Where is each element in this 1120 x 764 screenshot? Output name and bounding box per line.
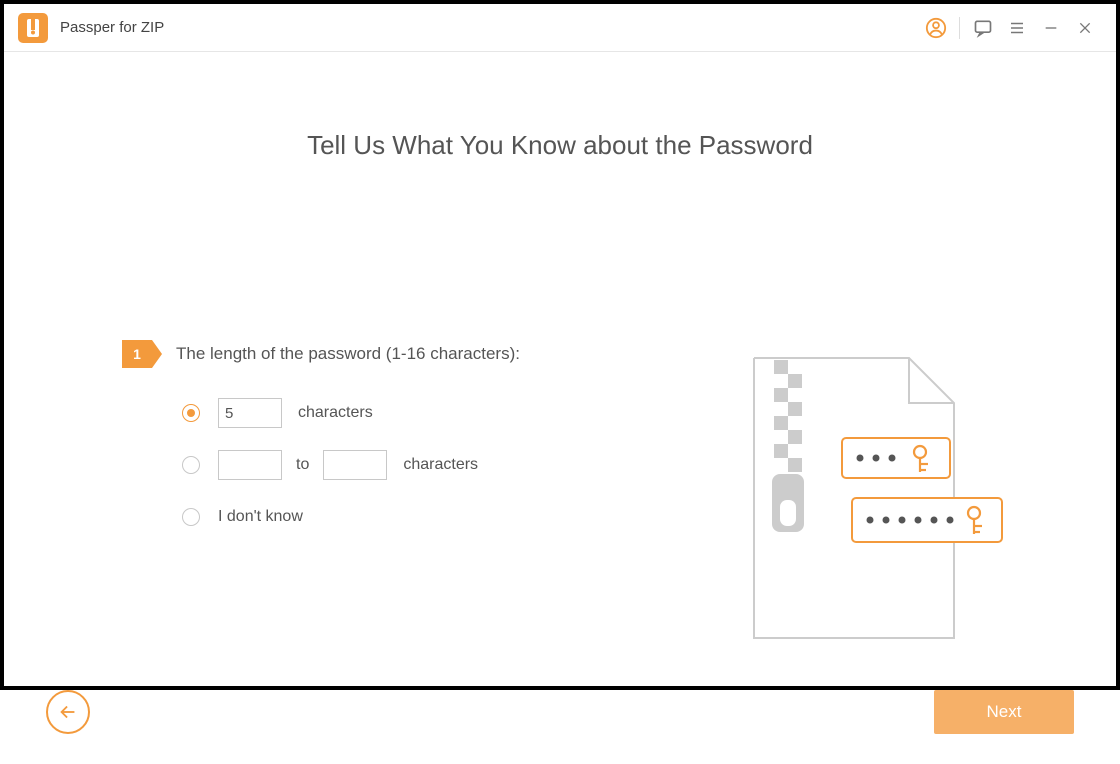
option-unknown-length[interactable]: I don't know bbox=[182, 502, 642, 532]
zip-illustration bbox=[744, 348, 1004, 653]
radio-range-length[interactable] bbox=[182, 456, 200, 474]
exact-length-suffix: characters bbox=[298, 404, 373, 422]
range-to-input[interactable] bbox=[323, 450, 387, 480]
range-suffix: characters bbox=[403, 456, 478, 474]
option-exact-length[interactable]: characters bbox=[182, 398, 642, 428]
radio-unknown-length[interactable] bbox=[182, 508, 200, 526]
range-to-word: to bbox=[296, 456, 309, 474]
back-button[interactable] bbox=[46, 690, 90, 734]
next-button[interactable]: Next bbox=[934, 690, 1074, 734]
menu-icon[interactable] bbox=[1000, 4, 1034, 52]
page-heading: Tell Us What You Know about the Password bbox=[44, 130, 1076, 161]
option-range-length[interactable]: to characters bbox=[182, 450, 642, 480]
unknown-length-label: I don't know bbox=[218, 508, 303, 526]
separator bbox=[959, 17, 960, 39]
account-icon[interactable] bbox=[919, 4, 953, 52]
app-title: Passper for ZIP bbox=[60, 19, 164, 36]
exact-length-input[interactable] bbox=[218, 398, 282, 428]
titlebar: Passper for ZIP bbox=[4, 4, 1116, 52]
minimize-button[interactable] bbox=[1034, 4, 1068, 52]
radio-exact-length[interactable] bbox=[182, 404, 200, 422]
app-logo-icon bbox=[18, 13, 48, 43]
close-button[interactable] bbox=[1068, 4, 1102, 52]
step-number-badge: 1 bbox=[122, 340, 152, 368]
range-from-input[interactable] bbox=[218, 450, 282, 480]
step-text: The length of the password (1-16 charact… bbox=[176, 344, 520, 364]
feedback-icon[interactable] bbox=[966, 4, 1000, 52]
